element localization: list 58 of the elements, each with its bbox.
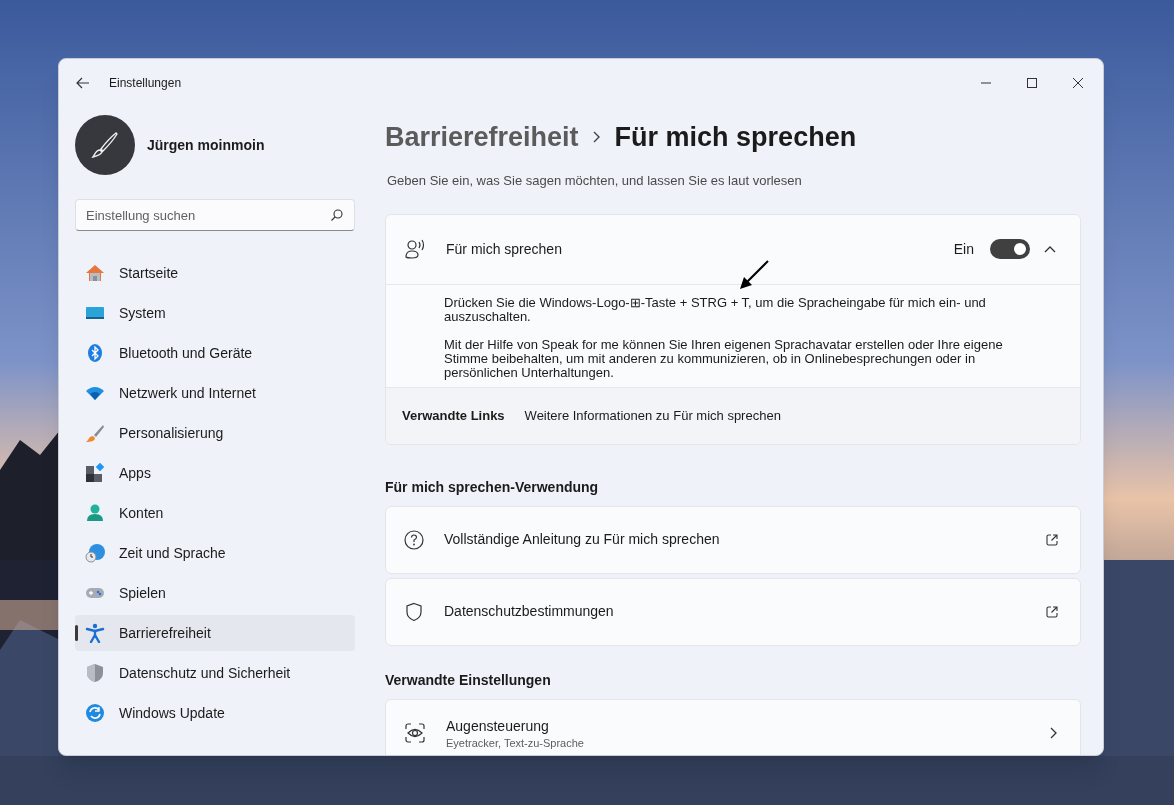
section-heading: Verwandte Einstellungen	[385, 670, 552, 690]
bluetooth-icon	[85, 343, 105, 363]
row-title: Datenschutzbestimmungen	[444, 602, 615, 621]
external-link-icon	[1046, 533, 1058, 546]
settings-row[interactable]: Augensteuerung Eyetracker, Text-zu-Sprache	[385, 698, 1081, 755]
selection-indicator	[75, 625, 78, 641]
toggle-state-label: Ein	[953, 239, 974, 259]
paintbrush-icon	[85, 423, 105, 443]
nav-item[interactable]: Konten	[75, 495, 355, 531]
setting-title: Für mich sprechen	[446, 239, 562, 259]
settings-row[interactable]: Vollständige Anleitung zu Für mich sprechen	[385, 505, 1081, 574]
nav-item[interactable]: System	[75, 295, 355, 331]
nav-item[interactable]: Spielen	[75, 575, 355, 611]
row-title: Augensteuerung	[446, 717, 550, 736]
annotation-arrow	[738, 259, 770, 291]
maximize-icon	[1027, 78, 1037, 88]
chevron-up-icon	[1044, 245, 1056, 253]
nav-item[interactable]: Netzwerk und Internet	[75, 375, 355, 411]
nav-item[interactable]: Windows Update	[75, 695, 355, 731]
toggle-switch[interactable]	[990, 239, 1030, 259]
page-title: Für mich sprechen	[614, 120, 857, 154]
window-title: Einstellungen	[109, 75, 182, 92]
nav-item[interactable]: Apps	[75, 455, 355, 491]
search-icon	[331, 209, 343, 221]
apps-icon	[85, 463, 105, 483]
nav-item[interactable]: Zeit und Sprache	[75, 535, 355, 571]
voice-icon	[404, 238, 426, 260]
description-paragraph: Drücken Sie die Windows-Logo-⊞-Taste + STRG + T, um die Spracheingabe für mich ein- und auszuschalten.	[444, 295, 987, 324]
help-icon	[404, 529, 424, 550]
shield-outline-icon	[404, 601, 424, 622]
refresh-icon	[85, 703, 105, 723]
nav-item[interactable]: Personalisierung	[75, 415, 355, 451]
close-icon	[1073, 78, 1083, 88]
nav-item[interactable]: Startseite	[75, 255, 355, 291]
accessibility-icon	[85, 623, 105, 643]
breadcrumb-link[interactable]: Barrierefreiheit	[385, 116, 579, 158]
description-paragraph: Mit der Hilfe von Speak for me können Sie Ihren eigenen Sprachavatar erstellen oder Ihre eigene Stimme beibehalten, um mit anderen zu kommunizieren, ob in Onlinebesprechungen oder in persönlichen Unterhaltungen.	[444, 337, 1004, 380]
row-subtitle: Eyetracker, Text-zu-Sprache	[446, 737, 585, 749]
shield-icon	[85, 663, 105, 683]
back-icon	[76, 77, 90, 89]
page-description: Geben Sie ein, was Sie sagen möchten, und lassen Sie es laut vorlesen	[387, 172, 803, 190]
settings-row[interactable]: Datenschutzbestimmungen	[385, 577, 1081, 646]
related-links-label: Verwandte Links	[402, 406, 505, 425]
user-name: Jürgen moinmoin	[147, 135, 265, 155]
row-title: Vollständige Anleitung zu Für mich sprechen	[444, 530, 721, 549]
section-heading: Für mich sprechen-Verwendung	[385, 477, 600, 497]
eye-camera-icon	[404, 721, 426, 744]
external-link-icon	[1046, 605, 1058, 618]
chevron-right-icon	[1050, 726, 1058, 739]
nav-item[interactable]: Datenschutz und Sicherheit	[75, 655, 355, 691]
nav-item[interactable]: Bluetooth und Geräte	[75, 335, 355, 371]
globe-clock-icon	[85, 543, 105, 563]
search-field[interactable]: Einstellung suchen	[75, 199, 355, 231]
person-icon	[85, 503, 105, 523]
chevron-right-icon	[592, 131, 601, 143]
home-icon	[85, 263, 105, 283]
nav-item[interactable]: Barrierefreiheit	[75, 615, 355, 651]
related-link[interactable]: Weitere Informationen zu Für mich sprechen	[524, 405, 781, 426]
